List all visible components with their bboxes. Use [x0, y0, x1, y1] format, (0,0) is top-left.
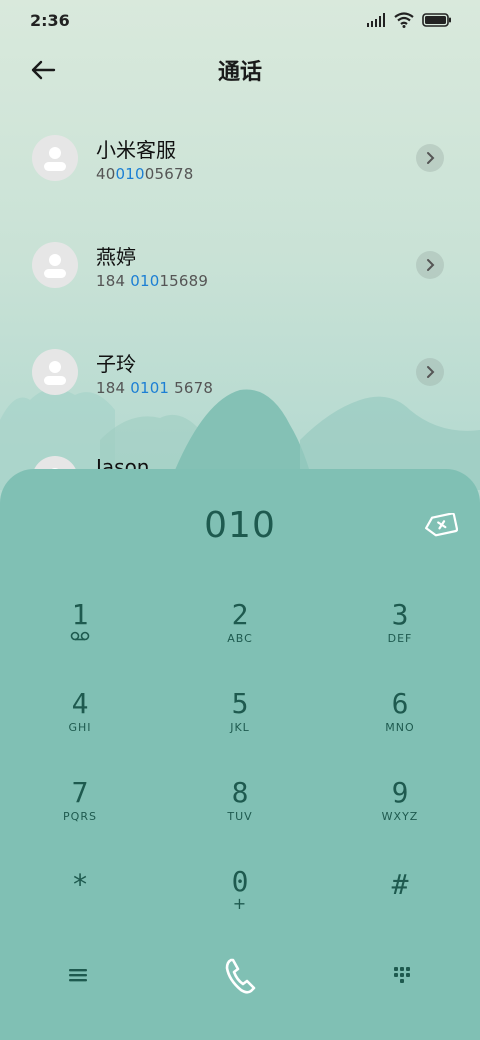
- contact-name: 子玲: [96, 352, 136, 376]
- signal-icon: [367, 13, 385, 27]
- contact-row[interactable]: 小米客服 4001005678: [0, 110, 480, 206]
- dialed-number: 010: [204, 505, 276, 546]
- key-letters: ABC: [227, 632, 253, 645]
- header: 通话: [0, 44, 480, 96]
- key-8[interactable]: 8 TUV: [180, 777, 300, 847]
- phone-icon: [225, 958, 256, 994]
- key-letters: PQRS: [63, 810, 97, 823]
- key-digit: 4: [71, 687, 89, 720]
- key-9[interactable]: 9 WXYZ: [340, 777, 460, 847]
- key-7[interactable]: 7 PQRS: [20, 777, 140, 847]
- key-digit: 9: [391, 776, 409, 809]
- voicemail-icon: [70, 631, 90, 641]
- key-hash[interactable]: #: [340, 869, 460, 939]
- contact-name: 小米客服: [96, 138, 176, 162]
- backspace-button[interactable]: [424, 512, 459, 539]
- page-title: 通话: [217, 60, 262, 85]
- key-letters: +: [232, 894, 248, 913]
- backspace-icon: [425, 512, 459, 537]
- key-digit: 1: [71, 598, 89, 631]
- dialpad: 010 1 2 ABC 3 DEF 4 GHI 5 JKL 6 MNO 7 PQ…: [0, 469, 480, 1040]
- key-2[interactable]: 2 ABC: [180, 599, 300, 669]
- contact-detail-button[interactable]: [416, 251, 444, 279]
- contact-name: 燕婷: [96, 245, 136, 269]
- contact-detail-button[interactable]: [416, 144, 444, 172]
- key-6[interactable]: 6 MNO: [340, 688, 460, 758]
- key-digit: *: [71, 868, 89, 901]
- key-1[interactable]: 1: [20, 599, 140, 669]
- back-button[interactable]: [28, 56, 60, 84]
- contact-row[interactable]: 子玲 184 0101 5678: [0, 324, 480, 420]
- person-icon: [44, 254, 66, 278]
- key-letters: DEF: [387, 632, 413, 645]
- wifi-icon: [394, 12, 414, 28]
- contact-number: 4001005678: [96, 165, 194, 183]
- key-digit: 5: [231, 687, 249, 720]
- key-letters: JKL: [230, 721, 250, 734]
- menu-button[interactable]: [58, 957, 98, 993]
- key-0[interactable]: 0 +: [180, 866, 300, 936]
- keypad-icon: [394, 967, 410, 983]
- key-4[interactable]: 4 GHI: [20, 688, 140, 758]
- avatar: [32, 135, 78, 181]
- key-digit: 8: [231, 776, 249, 809]
- arrow-left-icon: [31, 60, 56, 80]
- person-icon: [44, 147, 66, 171]
- key-digit: 3: [391, 598, 409, 631]
- contact-number: 184 0101 5678: [96, 379, 214, 397]
- status-time: 2:36: [30, 10, 70, 30]
- key-letters: TUV: [227, 810, 253, 823]
- key-digit: 7: [71, 776, 89, 809]
- contact-number: 184 01015689: [96, 272, 209, 290]
- key-letters: WXYZ: [381, 810, 419, 823]
- person-icon: [44, 361, 66, 385]
- avatar: [32, 242, 78, 288]
- contact-detail-button[interactable]: [416, 358, 444, 386]
- key-5[interactable]: 5 JKL: [180, 688, 300, 758]
- contact-row[interactable]: 燕婷 184 01015689: [0, 217, 480, 313]
- avatar: [32, 349, 78, 395]
- key-letters: MNO: [385, 721, 415, 734]
- status-bar: 2:36: [0, 0, 480, 40]
- key-digit: 6: [391, 687, 409, 720]
- call-button[interactable]: [212, 953, 268, 999]
- key-digit: 2: [231, 598, 249, 631]
- chevron-right-icon: [427, 259, 435, 271]
- key-digit: #: [391, 868, 409, 901]
- menu-icon: [69, 969, 87, 982]
- status-icons: [366, 12, 452, 28]
- key-letters: GHI: [68, 721, 92, 734]
- key-3[interactable]: 3 DEF: [340, 599, 460, 669]
- key-star[interactable]: *: [20, 869, 140, 939]
- battery-icon: [422, 13, 451, 27]
- chevron-right-icon: [427, 366, 435, 378]
- chevron-right-icon: [427, 152, 435, 164]
- keypad-button[interactable]: [382, 957, 422, 993]
